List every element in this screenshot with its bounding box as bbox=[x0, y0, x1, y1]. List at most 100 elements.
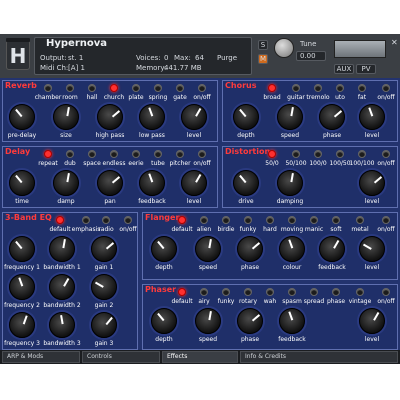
flanger-preset-button-5[interactable] bbox=[288, 216, 296, 224]
delay-preset-button-4[interactable] bbox=[132, 150, 140, 158]
phaser-preset-button-1[interactable] bbox=[200, 288, 208, 296]
flanger-preset-button-3[interactable] bbox=[244, 216, 252, 224]
distortion-preset-button-4[interactable] bbox=[358, 150, 366, 158]
chorus-preset-button-1[interactable] bbox=[292, 84, 300, 92]
distortion-preset-button-5[interactable] bbox=[382, 150, 390, 158]
chorus-preset-button-4[interactable] bbox=[358, 84, 366, 92]
reverb-knob-0[interactable] bbox=[9, 104, 35, 130]
eq-preset-button-3[interactable] bbox=[124, 216, 132, 224]
eq-knob-6[interactable] bbox=[9, 312, 35, 338]
solo-button[interactable]: S bbox=[258, 40, 268, 50]
delay-preset-button-0[interactable] bbox=[44, 150, 52, 158]
instrument-name[interactable]: Hypernova bbox=[46, 38, 107, 49]
reverb-preset-button-7[interactable] bbox=[198, 84, 206, 92]
phaser-knob-2[interactable] bbox=[237, 308, 263, 334]
instrument-logo[interactable]: H bbox=[6, 40, 30, 70]
delay-preset-button-5[interactable] bbox=[154, 150, 162, 158]
phaser-knob-3[interactable] bbox=[279, 308, 305, 334]
phaser-preset-button-0[interactable] bbox=[178, 288, 186, 296]
eq-knob-4[interactable] bbox=[49, 274, 75, 300]
flanger-knob-3[interactable] bbox=[279, 236, 305, 262]
phaser-preset-button-9[interactable] bbox=[382, 288, 390, 296]
tab-info-credits[interactable]: Info & Credits bbox=[240, 351, 398, 363]
delay-knob-3[interactable] bbox=[139, 170, 165, 196]
delay-preset-button-6[interactable] bbox=[176, 150, 184, 158]
pv-button[interactable]: PV bbox=[356, 64, 376, 74]
reverb-preset-button-0[interactable] bbox=[44, 84, 52, 92]
eq-knob-3[interactable] bbox=[9, 274, 35, 300]
phaser-preset-button-6[interactable] bbox=[310, 288, 318, 296]
phaser-preset-button-4[interactable] bbox=[266, 288, 274, 296]
reverb-knob-1[interactable] bbox=[53, 104, 79, 130]
chorus-preset-button-2[interactable] bbox=[314, 84, 322, 92]
flanger-knob-4[interactable] bbox=[319, 236, 345, 262]
delay-preset-button-1[interactable] bbox=[66, 150, 74, 158]
phaser-knob-4[interactable] bbox=[359, 308, 385, 334]
phaser-knob-0[interactable] bbox=[151, 308, 177, 334]
mute-button[interactable]: M bbox=[258, 54, 268, 64]
flanger-preset-button-0[interactable] bbox=[178, 216, 186, 224]
flanger-knob-1[interactable] bbox=[195, 236, 221, 262]
eq-knob-0[interactable] bbox=[9, 236, 35, 262]
delay-knob-1[interactable] bbox=[53, 170, 79, 196]
distortion-preset-button-1[interactable] bbox=[292, 150, 300, 158]
chorus-knob-3[interactable] bbox=[359, 104, 385, 130]
chorus-knob-0[interactable] bbox=[233, 104, 259, 130]
flanger-knob-2[interactable] bbox=[237, 236, 263, 262]
chorus-knob-1[interactable] bbox=[277, 104, 303, 130]
tune-knob[interactable] bbox=[274, 38, 294, 58]
eq-knob-2[interactable] bbox=[91, 236, 117, 262]
flanger-preset-button-2[interactable] bbox=[222, 216, 230, 224]
eq-preset-button-1[interactable] bbox=[82, 216, 90, 224]
close-icon[interactable]: ✕ bbox=[391, 38, 398, 47]
flanger-preset-button-9[interactable] bbox=[382, 216, 390, 224]
phaser-preset-button-5[interactable] bbox=[288, 288, 296, 296]
tab-controls[interactable]: Controls bbox=[82, 351, 160, 363]
distortion-preset-button-2[interactable] bbox=[314, 150, 322, 158]
purge-button[interactable]: Purge bbox=[217, 54, 237, 62]
midi-channel-value[interactable]: [A] 1 bbox=[68, 64, 85, 72]
max-value[interactable]: 64 bbox=[195, 54, 204, 62]
phaser-preset-button-7[interactable] bbox=[332, 288, 340, 296]
reverb-preset-button-6[interactable] bbox=[176, 84, 184, 92]
flanger-preset-button-1[interactable] bbox=[200, 216, 208, 224]
phaser-knob-1[interactable] bbox=[195, 308, 221, 334]
delay-preset-button-2[interactable] bbox=[88, 150, 96, 158]
aux-button[interactable]: AUX bbox=[334, 64, 354, 74]
reverb-preset-button-5[interactable] bbox=[154, 84, 162, 92]
eq-knob-7[interactable] bbox=[49, 312, 75, 338]
chorus-preset-button-3[interactable] bbox=[336, 84, 344, 92]
phaser-preset-button-8[interactable] bbox=[356, 288, 364, 296]
delay-preset-button-7[interactable] bbox=[198, 150, 206, 158]
wrench-icon[interactable] bbox=[6, 38, 30, 42]
reverb-preset-button-1[interactable] bbox=[66, 84, 74, 92]
reverb-knob-4[interactable] bbox=[181, 104, 207, 130]
tune-value[interactable]: 0.00 bbox=[296, 51, 326, 61]
reverb-knob-3[interactable] bbox=[139, 104, 165, 130]
flanger-knob-5[interactable] bbox=[359, 236, 385, 262]
flanger-knob-0[interactable] bbox=[151, 236, 177, 262]
flanger-preset-button-6[interactable] bbox=[310, 216, 318, 224]
delay-knob-2[interactable] bbox=[97, 170, 123, 196]
flanger-preset-button-8[interactable] bbox=[356, 216, 364, 224]
chorus-preset-button-5[interactable] bbox=[382, 84, 390, 92]
reverb-preset-button-4[interactable] bbox=[132, 84, 140, 92]
flanger-preset-button-7[interactable] bbox=[332, 216, 340, 224]
eq-knob-1[interactable] bbox=[49, 236, 75, 262]
phaser-preset-button-3[interactable] bbox=[244, 288, 252, 296]
eq-knob-8[interactable] bbox=[91, 312, 117, 338]
eq-preset-button-0[interactable] bbox=[56, 216, 64, 224]
tab-arp-mods[interactable]: ARP & Mods bbox=[2, 351, 80, 363]
distortion-preset-button-3[interactable] bbox=[336, 150, 344, 158]
reverb-preset-button-2[interactable] bbox=[88, 84, 96, 92]
distortion-knob-1[interactable] bbox=[277, 170, 303, 196]
delay-knob-0[interactable] bbox=[9, 170, 35, 196]
distortion-preset-button-0[interactable] bbox=[268, 150, 276, 158]
eq-preset-button-2[interactable] bbox=[102, 216, 110, 224]
reverb-preset-button-3[interactable] bbox=[110, 84, 118, 92]
delay-preset-button-3[interactable] bbox=[110, 150, 118, 158]
chorus-preset-button-0[interactable] bbox=[268, 84, 276, 92]
chorus-knob-2[interactable] bbox=[319, 104, 345, 130]
phaser-preset-button-2[interactable] bbox=[222, 288, 230, 296]
reverb-knob-2[interactable] bbox=[97, 104, 123, 130]
